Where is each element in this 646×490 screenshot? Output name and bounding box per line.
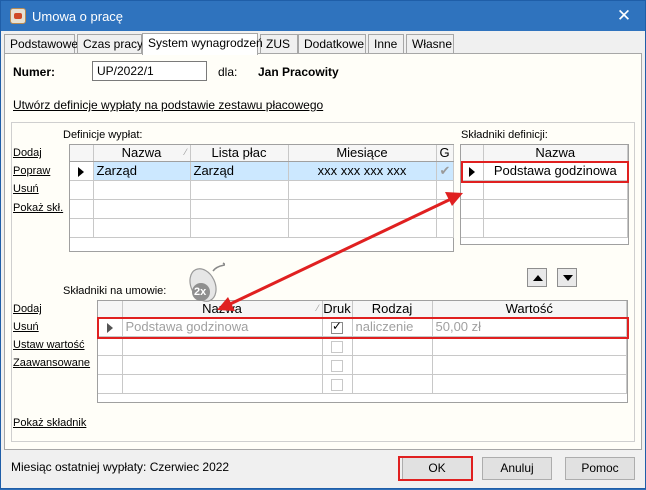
table-row[interactable]: Podstawa godzinowa	[461, 161, 628, 181]
druk-checkbox[interactable]	[331, 359, 343, 372]
cell-nazwa[interactable]: Zarząd	[93, 161, 191, 181]
cell-nazwa[interactable]: Podstawa godzinowa	[483, 161, 628, 181]
tab-wlasne[interactable]: Własne	[406, 34, 454, 54]
cell-g-check-icon[interactable]: ✔	[436, 161, 454, 181]
contract-set-value-link[interactable]: Ustaw wartość	[13, 339, 85, 351]
column-header-g[interactable]: G	[436, 145, 454, 162]
table-row[interactable]	[98, 336, 627, 356]
definitions-indicator-header	[70, 145, 94, 162]
tab-czas-pracy[interactable]: Czas pracy	[77, 34, 143, 54]
table-row[interactable]	[70, 180, 454, 200]
window-title: Umowa o pracę	[32, 9, 124, 24]
definitions-delete-link[interactable]: Usuń	[13, 183, 39, 195]
column-header-rodzaj[interactable]: Rodzaj	[352, 301, 433, 318]
druk-checkbox[interactable]	[331, 319, 343, 334]
numer-label: Numer:	[13, 65, 56, 79]
last-payout-status: Miesiąc ostatniej wypłaty: Czerwiec 2022	[11, 460, 230, 474]
druk-checkbox[interactable]	[331, 340, 343, 353]
move-down-icon[interactable]	[557, 268, 577, 287]
column-header-nazwa[interactable]: Nazwa ⁄	[93, 145, 191, 162]
table-row[interactable]	[461, 180, 628, 200]
table-row[interactable]	[70, 218, 454, 238]
table-row[interactable]	[461, 218, 628, 238]
definitions-label: Definicje wypłat:	[63, 129, 143, 141]
tab-dodatkowe[interactable]: Dodatkowe	[298, 34, 366, 54]
move-up-icon[interactable]	[527, 268, 547, 287]
app-icon	[10, 8, 26, 24]
cell-wartosc[interactable]: 50,00 zł	[432, 317, 627, 337]
tab-inne[interactable]: Inne	[368, 34, 404, 54]
row-indicator-icon	[70, 161, 94, 181]
definition-components-table: Nazwa Podstawa godzinowa	[460, 144, 629, 245]
column-header-lista-plac[interactable]: Lista płac	[190, 145, 289, 162]
tab-podstawowe[interactable]: Podstawowe	[4, 34, 78, 54]
contract-add-link[interactable]: Dodaj	[13, 303, 42, 315]
tab-zus[interactable]: ZUS	[260, 34, 298, 54]
dla-label: dla:	[218, 65, 238, 79]
cell-nazwa[interactable]: Podstawa godzinowa	[122, 317, 323, 337]
table-row[interactable]: Zarząd Zarząd xxx xxx xxx xxx ✔	[70, 161, 454, 181]
definitions-add-link[interactable]: Dodaj	[13, 147, 42, 159]
create-definition-link[interactable]: Utwórz definicje wypłaty na podstawie ze…	[13, 98, 323, 112]
cell-rodzaj[interactable]: naliczenie	[352, 317, 433, 337]
definition-components-label: Składniki definicji:	[461, 129, 548, 141]
cell-miesiace[interactable]: xxx xxx xxx xxx	[288, 161, 437, 181]
contract-indicator-header	[98, 301, 123, 318]
column-header-druk[interactable]: Druk	[322, 301, 353, 318]
employee-name: Jan Pracowity	[258, 65, 339, 79]
numer-field[interactable]: UP/2022/1	[92, 61, 207, 81]
components-indicator-header	[461, 145, 484, 162]
help-button[interactable]: Pomoc	[565, 457, 635, 480]
cell-druk[interactable]	[322, 317, 353, 337]
table-row[interactable]	[70, 199, 454, 219]
table-row[interactable]	[98, 355, 627, 375]
show-component-link[interactable]: Pokaż składnik	[13, 417, 86, 429]
contract-components-label: Składniki na umowie:	[63, 285, 167, 297]
contract-components-table: Nazwa ⁄ Druk Rodzaj Wartość Podstawa godz…	[97, 300, 628, 403]
column-header-miesiace[interactable]: Miesiące	[288, 145, 437, 162]
definitions-table: Nazwa ⁄ Lista płac Miesiące G Zarząd Zarz…	[69, 144, 454, 252]
druk-checkbox[interactable]	[331, 378, 343, 391]
table-row[interactable]: Podstawa godzinowa naliczenie 50,00 zł	[98, 317, 627, 337]
title-bar: Umowa o pracę ✕	[1, 1, 645, 31]
column-header-nazwa[interactable]: Nazwa	[483, 145, 628, 162]
row-indicator-icon	[98, 317, 123, 337]
row-indicator-icon	[461, 161, 484, 181]
definitions-show-components-link[interactable]: Pokaż skł.	[13, 202, 63, 214]
close-icon[interactable]: ✕	[607, 5, 641, 27]
tab-system-wynagrodzen[interactable]: System wynagrodzeń	[142, 33, 263, 55]
cell-lista-plac[interactable]: Zarząd	[190, 161, 289, 181]
definitions-edit-link[interactable]: Popraw	[13, 165, 50, 177]
cancel-button[interactable]: Anuluj	[482, 457, 552, 480]
column-header-wartosc[interactable]: Wartość	[432, 301, 627, 318]
table-row[interactable]	[98, 374, 627, 394]
table-row[interactable]	[461, 199, 628, 219]
contract-delete-link[interactable]: Usuń	[13, 321, 39, 333]
mouse-badge: 2x	[194, 286, 207, 298]
mouse-double-click-icon: 2x	[189, 261, 226, 305]
contract-advanced-link[interactable]: Zaawansowane	[13, 357, 90, 369]
dialog-window: Umowa o pracę ✕ Podstawowe Czas pracy Sy…	[0, 0, 646, 489]
ok-button[interactable]: OK	[402, 457, 472, 480]
